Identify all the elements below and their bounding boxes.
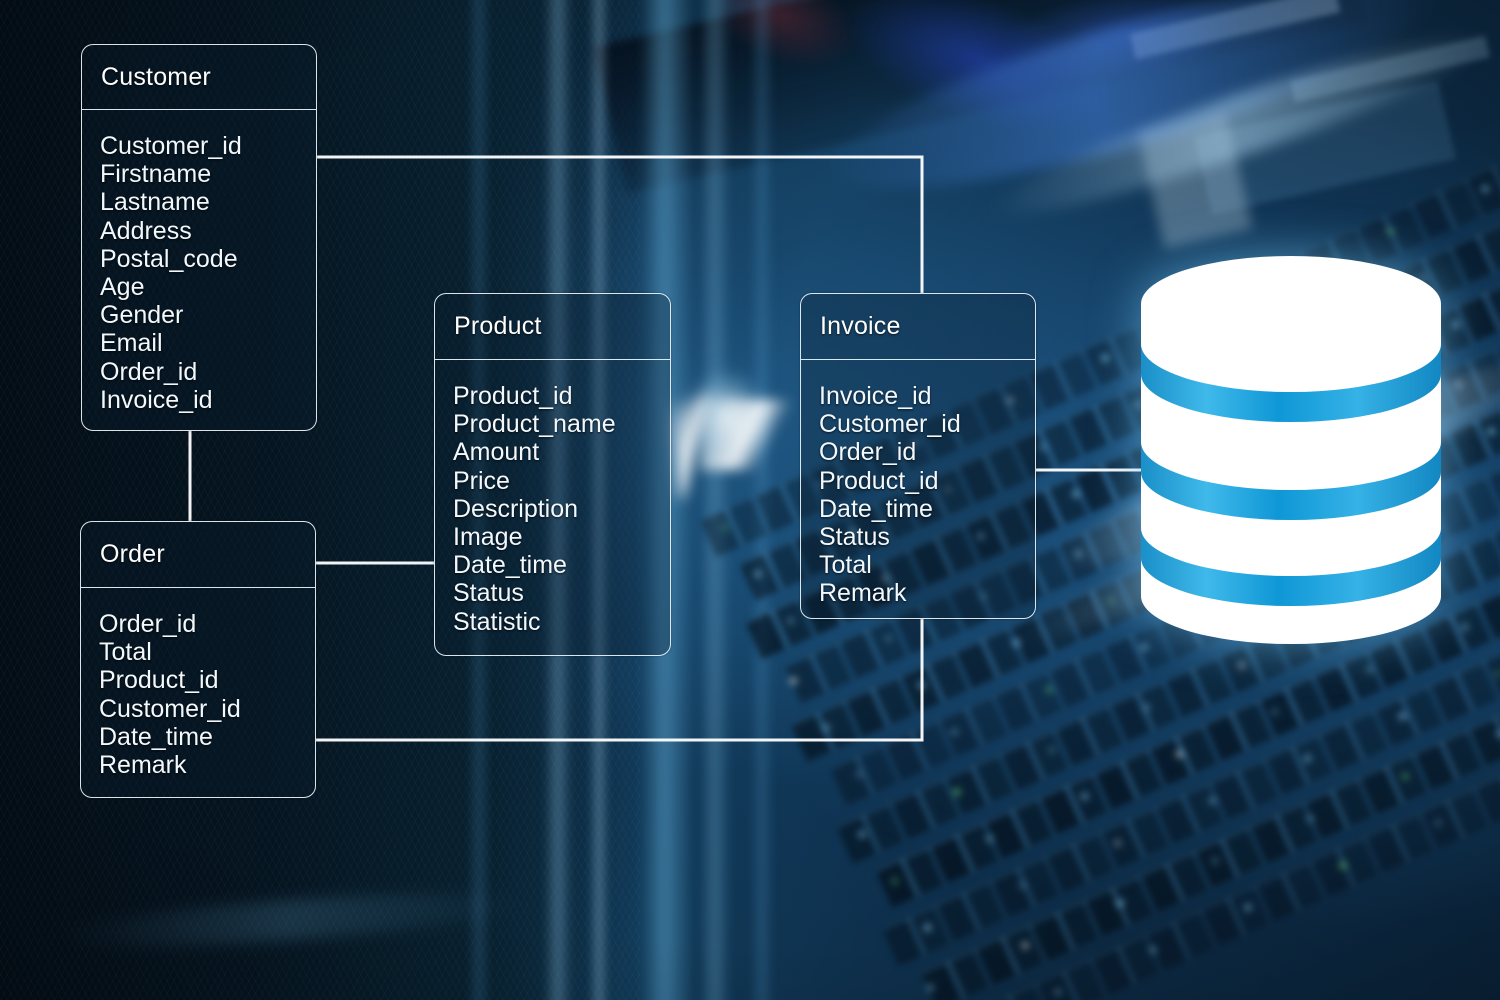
entity-product-header: Product: [435, 294, 670, 360]
attribute: Product_id: [819, 466, 939, 495]
database-cylinder-icon: [1136, 256, 1446, 644]
er-diagram: Customer Customer_id Firstname Lastname …: [0, 0, 1500, 1000]
entity-order[interactable]: Order Order_id Total Product_id Customer…: [80, 521, 316, 798]
attribute: Invoice_id: [100, 385, 213, 414]
entity-product[interactable]: Product Product_id Product_name Amount P…: [434, 293, 671, 656]
attribute: Firstname: [100, 160, 212, 189]
attribute: Image: [453, 523, 523, 552]
attribute: Amount: [453, 438, 540, 467]
attribute: Description: [453, 494, 579, 523]
attribute: Postal_code: [100, 244, 238, 273]
entity-order-attributes: Order_id Total Product_id Customer_id Da…: [81, 588, 315, 779]
attribute: Gender: [100, 301, 184, 330]
connector-customer-invoice: [317, 155, 924, 293]
attribute: Statistic: [453, 607, 541, 636]
entity-invoice[interactable]: Invoice Invoice_id Customer_id Order_id …: [800, 293, 1036, 619]
entity-order-header: Order: [81, 522, 315, 588]
attribute: Age: [100, 273, 145, 302]
er-diagram-screenshot: Customer Customer_id Firstname Lastname …: [0, 0, 1500, 1000]
attribute: Remark: [819, 579, 907, 608]
entity-product-title: Product: [454, 312, 542, 340]
entity-invoice-header: Invoice: [801, 294, 1035, 360]
attribute: Total: [99, 638, 152, 667]
attribute: Remark: [99, 751, 187, 780]
attribute: Date_time: [819, 494, 933, 523]
attribute: Status: [819, 523, 890, 552]
attribute: Lastname: [100, 188, 210, 217]
entity-customer-header: Customer: [82, 45, 316, 110]
attribute: Order_id: [99, 610, 197, 638]
attribute: Order_id: [819, 438, 917, 467]
attribute: Order_id: [100, 357, 198, 386]
attribute: Date_time: [99, 722, 213, 751]
entity-customer-attributes: Customer_id Firstname Lastname Address P…: [82, 110, 316, 414]
entity-product-attributes: Product_id Product_name Amount Price Des…: [435, 360, 670, 636]
attribute: Date_time: [453, 551, 567, 580]
attribute: Price: [453, 466, 510, 495]
entity-invoice-title: Invoice: [820, 312, 901, 340]
attribute: Address: [100, 216, 192, 245]
attribute: Product_id: [453, 382, 573, 410]
attribute: Product_name: [453, 410, 616, 439]
attribute: Product_id: [99, 666, 219, 695]
attribute: Status: [453, 579, 524, 608]
entity-customer-title: Customer: [101, 62, 211, 91]
attribute: Invoice_id: [819, 382, 932, 410]
entity-invoice-attributes: Invoice_id Customer_id Order_id Product_…: [801, 360, 1035, 608]
attribute: Customer_id: [100, 132, 242, 160]
attribute: Customer_id: [99, 694, 241, 723]
entity-customer[interactable]: Customer Customer_id Firstname Lastname …: [81, 44, 317, 431]
attribute: Customer_id: [819, 410, 961, 439]
attribute: Email: [100, 329, 163, 358]
attribute: Total: [819, 551, 872, 580]
entity-order-title: Order: [100, 540, 165, 568]
